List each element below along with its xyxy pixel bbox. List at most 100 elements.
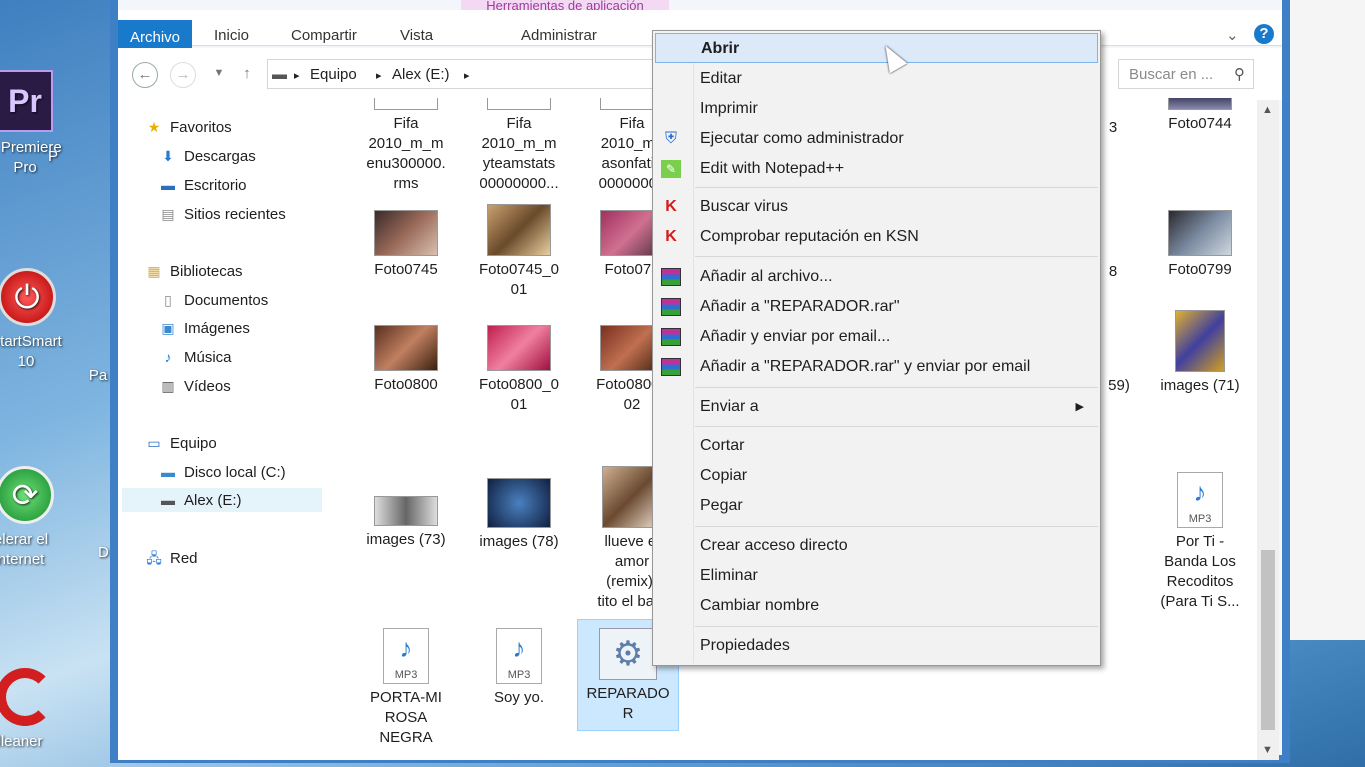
winrar-icon (661, 298, 681, 316)
menu-item-anadir-a-rar[interactable]: Añadir a "REPARADOR.rar" (655, 292, 1098, 322)
nav-sitios-recientes[interactable]: ▤ Sitios recientes (158, 202, 285, 226)
menu-item-ejecutar-como-administrador[interactable]: ⛨ Ejecutar como administrador (655, 124, 1098, 154)
nav-favoritos[interactable]: ★ Favoritos (144, 115, 232, 139)
search-placeholder: Buscar en ... (1129, 66, 1214, 83)
navigation-pane: ★ Favoritos ⬇ Descargas ▬ Escritorio ▤ Sitio… (118, 100, 323, 760)
desktop-partial-label: Pa (88, 367, 108, 384)
menu-item-eliminar[interactable]: Eliminar (655, 561, 1098, 591)
premiere-pro-icon: Pr (0, 70, 53, 132)
videos-icon: ▥ (161, 378, 175, 394)
submenu-arrow-icon: ▶ (1075, 401, 1084, 413)
drive-icon: ▬ (272, 66, 287, 83)
file-item[interactable]: images (73) (351, 496, 461, 550)
file-item[interactable]: Foto0800 (351, 325, 461, 395)
tab-administrar[interactable]: Administrar (521, 22, 597, 50)
partial-file-label: 8 (1108, 263, 1118, 280)
menu-item-copiar[interactable]: Copiar (655, 461, 1098, 491)
menu-item-enviar-a[interactable]: Enviar a ▶ (655, 392, 1098, 422)
desktop-icon-accelerate[interactable]: ⟳ elerar el nternet (0, 466, 80, 570)
menu-item-anadir-y-enviar[interactable]: Añadir y enviar por email... (655, 322, 1098, 352)
forward-arrow-icon[interactable]: → (170, 62, 196, 88)
photo-thumbnail (487, 325, 551, 371)
photo-thumbnail (374, 496, 438, 526)
tab-compartir[interactable]: Compartir (291, 22, 357, 50)
tab-inicio[interactable]: Inicio (214, 22, 249, 50)
mp3-file-icon: ♪ MP3 (1177, 472, 1223, 528)
desktop-icon-premiere[interactable]: Pr e Premiere Pro (0, 70, 80, 178)
downloads-icon: ⬇ (162, 148, 174, 164)
menu-item-comprobar-reputacion[interactable]: K Comprobar reputación en KSN (655, 222, 1098, 252)
nav-videos[interactable]: ▥ Vídeos (158, 374, 230, 398)
vertical-scrollbar[interactable]: ▲ ▼ (1257, 100, 1279, 760)
file-item[interactable]: Foto0799 (1145, 210, 1255, 280)
desktop-icon-startsmart[interactable]: ⏻ StartSmart 10 (0, 268, 82, 372)
file-item[interactable]: Foto0744 (1145, 98, 1255, 134)
up-arrow-icon[interactable]: ↑ (234, 62, 260, 88)
menu-item-cortar[interactable]: Cortar (655, 431, 1098, 461)
pictures-icon: ▣ (161, 320, 175, 336)
file-item[interactable]: Fifa 2010_m_m yteamstats 00000000... (464, 98, 574, 194)
desktop-partial-label: D (98, 544, 109, 561)
breadcrumb-separator: ▸ (464, 70, 470, 82)
nav-red[interactable]: 🖧 Red (144, 546, 197, 570)
back-arrow-icon[interactable]: ← (132, 62, 158, 88)
nav-documentos[interactable]: ▯ Documentos (158, 288, 268, 312)
breadcrumb-alex-e[interactable]: Alex (E:) (392, 66, 450, 83)
kaspersky-icon: K (665, 228, 677, 245)
desktop-icon-label: elerar el nternet (0, 531, 49, 568)
menu-item-edit-with-notepad[interactable]: ✎ Edit with Notepad++ (655, 154, 1098, 184)
computer-icon: ▭ (147, 435, 161, 451)
nav-alex-e[interactable]: ▬ Alex (E:) (122, 488, 322, 512)
photo-thumbnail (487, 478, 551, 528)
desktop-icon-ccleaner[interactable]: lleaner (0, 668, 80, 752)
winrar-icon (661, 268, 681, 286)
scroll-thumb[interactable] (1261, 550, 1275, 730)
desktop-partial-label: P (48, 148, 59, 165)
file-item[interactable]: Fifa 2010_m_m enu300000. rms (351, 98, 461, 194)
breadcrumb-separator: ▸ (376, 70, 382, 82)
menu-item-imprimir[interactable]: Imprimir (655, 94, 1098, 124)
photo-thumbnail (487, 204, 551, 256)
nav-disco-local-c[interactable]: ▬ Disco local (C:) (158, 460, 286, 484)
file-item[interactable]: ♪ MP3 PORTA-MI ROSA NEGRA (351, 628, 461, 748)
menu-item-buscar-virus[interactable]: K Buscar virus (655, 192, 1098, 222)
nav-musica[interactable]: ♪ Música (158, 345, 232, 369)
breadcrumb-equipo[interactable]: Equipo (310, 66, 357, 83)
search-input[interactable]: Buscar en ... ⚲ (1118, 59, 1254, 89)
gear-icon: ⚙ (599, 628, 657, 680)
menu-item-anadir-rar-y-enviar[interactable]: Añadir a "REPARADOR.rar" y enviar por em… (655, 352, 1098, 382)
file-item[interactable]: Foto0745_0 01 (464, 204, 574, 300)
menu-item-propiedades[interactable]: Propiedades (655, 631, 1098, 661)
scroll-down-arrow-icon[interactable]: ▼ (1262, 744, 1273, 756)
documents-icon: ▯ (164, 292, 172, 308)
scroll-up-arrow-icon[interactable]: ▲ (1262, 104, 1273, 116)
nav-escritorio[interactable]: ▬ Escritorio (158, 173, 247, 197)
winrar-icon (661, 358, 681, 376)
music-icon: ♪ (164, 349, 172, 365)
photo-thumbnail (1175, 310, 1225, 372)
file-item[interactable]: ♪ MP3 Soy yo. (464, 628, 574, 708)
nav-imagenes[interactable]: ▣ Imágenes (158, 316, 250, 340)
recent-locations-icon[interactable]: ▼ (206, 62, 232, 88)
winrar-icon (661, 328, 681, 346)
file-item[interactable]: Foto0800_0 01 (464, 325, 574, 415)
file-item[interactable]: ♪ MP3 Por Ti - Banda Los Recoditos (Para Ti … (1145, 472, 1255, 612)
help-icon[interactable]: ? (1254, 24, 1274, 44)
nav-bibliotecas[interactable]: ▦ Bibliotecas (144, 259, 242, 283)
libraries-icon: ▦ (147, 263, 161, 279)
nav-equipo[interactable]: ▭ Equipo (144, 431, 216, 455)
menu-item-cambiar-nombre[interactable]: Cambiar nombre (655, 591, 1098, 621)
menu-separator (695, 626, 1098, 627)
menu-item-anadir-al-archivo[interactable]: Añadir al archivo... (655, 262, 1098, 292)
file-item[interactable]: images (78) (464, 478, 574, 552)
menu-item-abrir[interactable]: Abrir (655, 33, 1098, 63)
file-item[interactable]: images (71) (1145, 310, 1255, 396)
menu-item-pegar[interactable]: Pegar (655, 491, 1098, 521)
file-item[interactable]: Foto0745 (351, 210, 461, 280)
menu-item-editar[interactable]: Editar (655, 64, 1098, 94)
tab-vista[interactable]: Vista (400, 22, 433, 50)
menu-separator (695, 426, 1098, 427)
nav-descargas[interactable]: ⬇ Descargas (158, 144, 256, 168)
menu-item-crear-acceso-directo[interactable]: Crear acceso directo (655, 531, 1098, 561)
ribbon-expand-icon[interactable]: ⌄ (1226, 22, 1239, 50)
